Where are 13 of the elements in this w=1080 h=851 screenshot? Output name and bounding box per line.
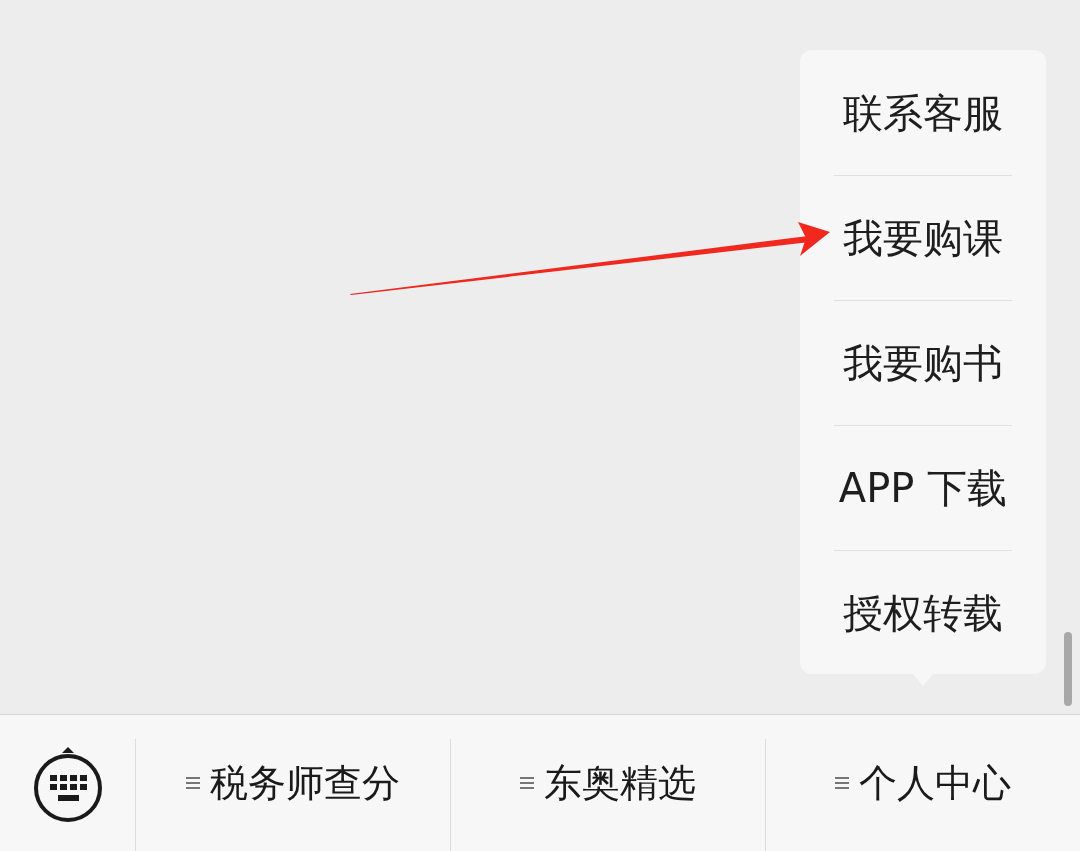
bottom-menu-button[interactable]: 税务师查分 <box>180 753 406 813</box>
menu-item[interactable]: 授权转载 <box>834 578 1012 648</box>
menu-item[interactable]: 我要购课 <box>834 203 1012 273</box>
menu-icon <box>186 776 200 790</box>
menu-item[interactable]: APP 下载 <box>834 453 1012 523</box>
menu-item[interactable]: 联系客服 <box>834 78 1012 148</box>
scrollbar-thumb[interactable] <box>1064 632 1072 706</box>
bottom-menu-button[interactable]: 个人中心 <box>829 753 1017 813</box>
keyboard-toggle-icon[interactable] <box>32 745 103 825</box>
menu-item[interactable]: 我要购书 <box>834 328 1012 398</box>
bottom-menu-button[interactable]: 东奥精选 <box>514 753 702 813</box>
menu-icon <box>520 776 534 790</box>
menu-icon <box>835 776 849 790</box>
